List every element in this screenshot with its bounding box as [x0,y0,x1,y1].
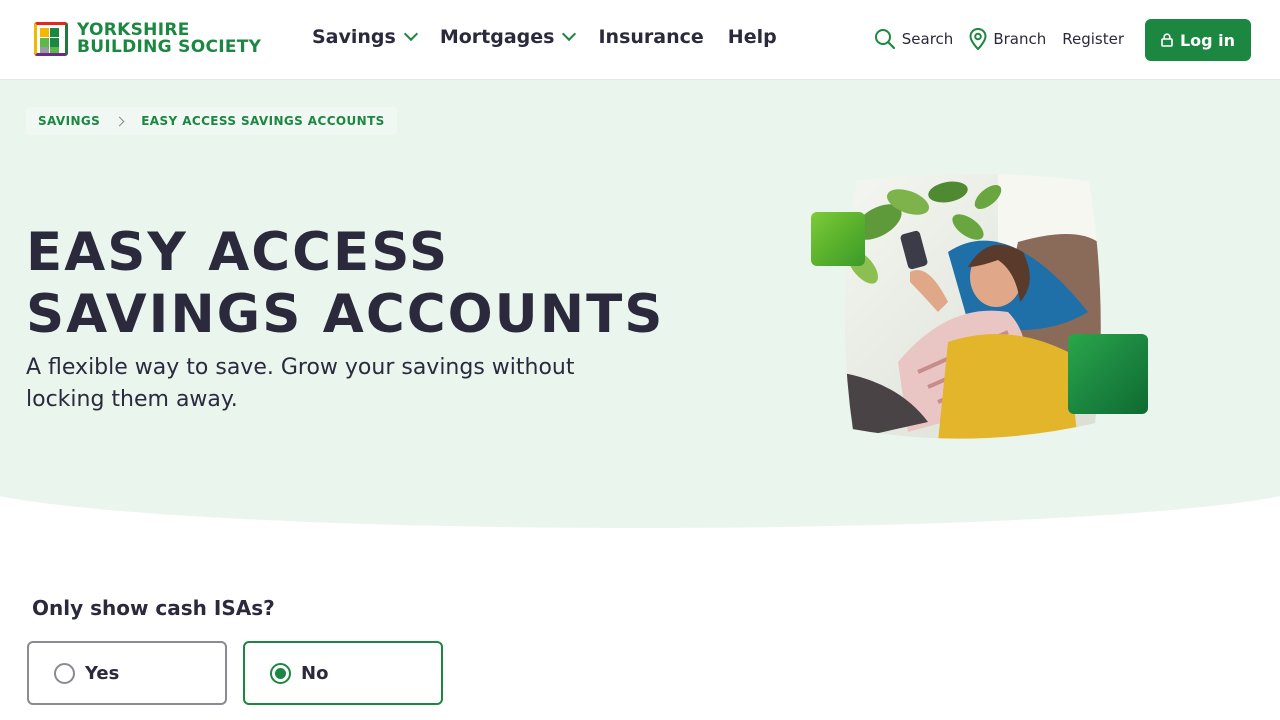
chevron-right-icon [114,116,125,126]
branch-link[interactable]: Branch [969,28,1046,50]
breadcrumb: SAVINGS EASY ACCESS SAVINGS ACCOUNTS [26,107,397,135]
decorative-green-tile-large [1068,334,1148,414]
nav-item-help[interactable]: Help [728,26,777,48]
page-title: EASY ACCESS SAVINGS ACCOUNTS [26,222,726,346]
decorative-green-tile-small [811,212,865,266]
login-button[interactable]: Log in [1145,19,1251,61]
search-label: Search [901,30,954,48]
site-header: YORKSHIRE BUILDING SOCIETY Savings Mortg… [0,0,1280,80]
checkered-square-logo-icon [34,22,68,56]
login-label: Log in [1179,30,1236,50]
nav-item-label: Help [727,26,777,48]
chevron-down-icon [403,26,418,42]
breadcrumb-item-savings[interactable]: SAVINGS [38,114,100,128]
breadcrumb-item-current[interactable]: EASY ACCESS SAVINGS ACCOUNTS [141,114,385,128]
brand-logo[interactable]: YORKSHIRE BUILDING SOCIETY [34,22,261,56]
nav-item-mortgages[interactable]: Mortgages [439,26,577,48]
main-nav: Savings Mortgages Insurance Help [312,26,801,48]
nav-item-savings[interactable]: Savings [312,26,418,48]
isa-filter-option-yes[interactable]: Yes [27,641,227,705]
nav-item-label: Mortgages [439,26,555,48]
search-link[interactable]: Search [874,28,954,50]
page-title-line2: SAVINGS ACCOUNTS [26,284,665,345]
radio-checked-icon[interactable] [270,662,291,684]
brand-name: YORKSHIRE BUILDING SOCIETY [77,22,261,56]
page-subtitle: A flexible way to save. Grow your saving… [26,355,575,412]
nav-item-label: Insurance [598,26,704,48]
utility-nav: Search Branch Register [858,28,1124,50]
page-title-line1: EASY ACCESS [26,222,450,283]
nav-item-insurance[interactable]: Insurance [598,26,703,48]
isa-filter-option-no[interactable]: No [243,641,443,705]
chevron-down-icon [562,26,577,42]
map-pin-icon [969,28,987,50]
lock-icon [1161,33,1173,47]
register-label: Register [1062,30,1124,48]
branch-label: Branch [993,30,1047,48]
option-label: Yes [85,662,120,684]
radio-unchecked-icon[interactable] [54,662,75,684]
nav-item-label: Savings [312,26,396,48]
brand-name-line2: BUILDING SOCIETY [77,37,262,57]
option-label: No [301,662,329,684]
search-icon [874,29,895,50]
isa-filter-question: Only show cash ISAs? [32,596,275,620]
register-link[interactable]: Register [1062,30,1124,48]
